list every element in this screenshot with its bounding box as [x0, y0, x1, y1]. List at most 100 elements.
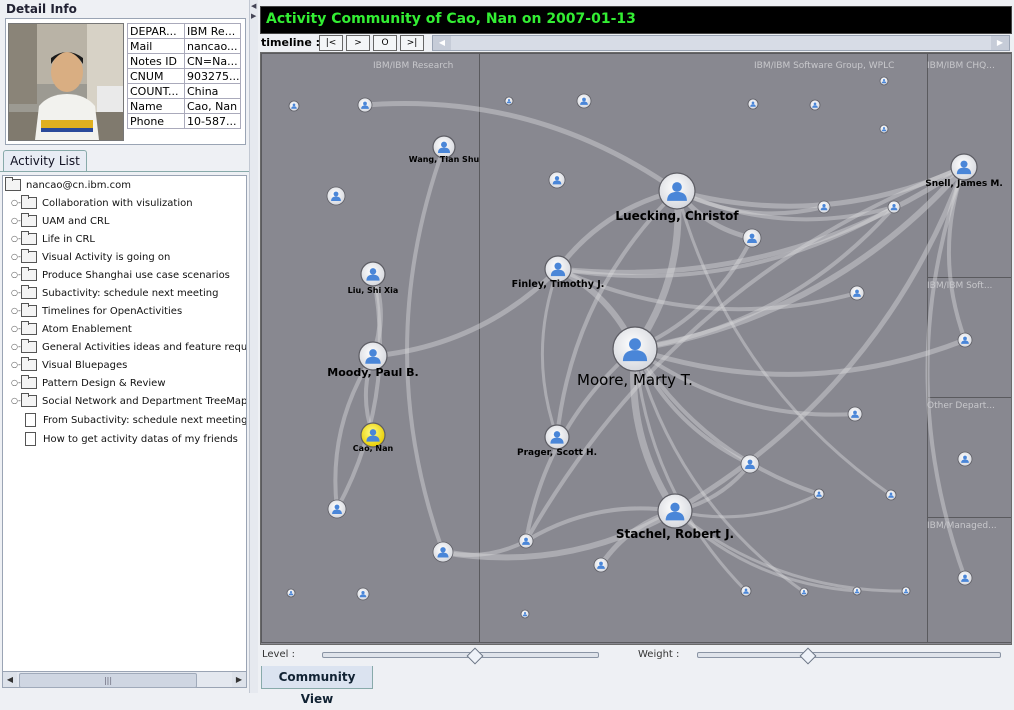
timeline-bar: timeline : |< > O >| ◀ ▶ — [260, 35, 1010, 51]
timeline-label: timeline : — [261, 36, 321, 49]
level-slider[interactable] — [322, 647, 599, 665]
person-node[interactable] — [576, 93, 592, 109]
tree-folder-item[interactable]: ○- Produce Shanghai use case scenarios — [7, 267, 230, 285]
tree-folder-item[interactable]: ○- Atom Enablement — [7, 321, 132, 339]
person-node[interactable] — [432, 541, 454, 563]
expand-icon[interactable]: ○- — [11, 325, 21, 333]
tree-folder-label: Atom Enablement — [42, 324, 132, 335]
scroll-right-icon[interactable]: ▶ — [232, 672, 246, 687]
person-node[interactable] — [548, 171, 566, 189]
person-node[interactable] — [357, 97, 373, 113]
timeline-last-button[interactable]: >| — [400, 35, 424, 51]
person-node-named[interactable] — [544, 255, 572, 283]
person-node[interactable] — [747, 98, 759, 110]
person-label: Prager, Scott H. — [516, 447, 598, 458]
weight-slider[interactable] — [697, 647, 1001, 665]
tree-folder-item[interactable]: ○- Subactivity: schedule next meeting — [7, 285, 218, 303]
person-node[interactable] — [879, 76, 889, 86]
person-node[interactable] — [852, 586, 862, 596]
tree-document-item[interactable]: From Subactivity: schedule next meeting — [23, 412, 246, 430]
person-node[interactable] — [504, 96, 514, 106]
scroll-left-icon[interactable]: ◀ — [3, 672, 17, 687]
folder-icon — [21, 321, 37, 335]
timeline-first-button[interactable]: |< — [319, 35, 343, 51]
person-node[interactable] — [742, 228, 762, 248]
expand-icon[interactable]: ○- — [11, 217, 21, 225]
timeline-right-icon[interactable]: ▶ — [991, 36, 1009, 50]
scroll-thumb[interactable]: ||| — [19, 673, 197, 688]
expand-icon[interactable]: ○- — [11, 271, 21, 279]
collapse-right-icon[interactable]: ▶ — [251, 12, 256, 20]
expand-icon[interactable]: ○- — [11, 289, 21, 297]
timeline-track[interactable]: ◀ ▶ — [432, 35, 1010, 51]
weight-slider-thumb[interactable] — [799, 647, 817, 665]
person-node[interactable] — [957, 570, 973, 586]
community-graph[interactable] — [261, 53, 1011, 644]
person-label: Moore, Marty T. — [577, 371, 693, 389]
expand-icon[interactable]: ○- — [11, 235, 21, 243]
tree-folder-item[interactable]: ○- Life in CRL — [7, 231, 95, 249]
collapse-left-icon[interactable]: ◀ — [251, 2, 256, 10]
expand-icon[interactable]: ○- — [11, 343, 21, 351]
detail-key: COUNT... — [127, 83, 185, 99]
person-node-named[interactable] — [544, 424, 570, 450]
person-node[interactable] — [885, 489, 897, 501]
person-node[interactable] — [327, 499, 347, 519]
tab-activity-list[interactable]: Activity List — [3, 150, 87, 172]
tree-folder-item[interactable]: ○- Visual Activity is going on — [7, 249, 170, 267]
person-node[interactable] — [957, 451, 973, 467]
tree-folder-item[interactable]: ○- Pattern Design & Review — [7, 375, 166, 393]
level-slider-thumb[interactable] — [466, 647, 484, 665]
slider-row: Level : Weight : — [260, 645, 1010, 665]
tree-folder-item[interactable]: ○- General Activities ideas and feature r… — [7, 339, 246, 357]
person-node[interactable] — [520, 609, 530, 619]
person-node-named[interactable] — [950, 153, 978, 181]
person-node-named[interactable] — [612, 326, 658, 372]
person-node[interactable] — [887, 200, 901, 214]
expand-icon[interactable]: ○- — [11, 379, 21, 387]
person-node[interactable] — [849, 285, 865, 301]
tree-folder-item[interactable]: ○- Collaboration with visulization — [7, 195, 193, 213]
expand-icon[interactable]: ○- — [11, 253, 21, 261]
person-node[interactable] — [356, 587, 370, 601]
person-node[interactable] — [879, 124, 889, 134]
detail-row: CNUM 903275... — [127, 68, 241, 84]
person-node-named[interactable] — [360, 261, 386, 287]
tree-folder-item[interactable]: ○- Timelines for OpenActivities — [7, 303, 182, 321]
person-node[interactable] — [957, 332, 973, 348]
graph-edge — [555, 188, 680, 272]
tree-document-item[interactable]: How to get activity datas of my friends — [23, 431, 238, 449]
community-graph-canvas[interactable]: IBM/IBM Research IBM/IBM Software Group, … — [260, 52, 1012, 645]
tree-folder-item[interactable]: ○- UAM and CRL — [7, 213, 109, 231]
activity-tree[interactable]: nancao@cn.ibm.com ○- Collaboration with v… — [2, 175, 247, 673]
expand-icon[interactable]: ○- — [11, 361, 21, 369]
detail-value: IBM Re... — [184, 23, 241, 39]
timeline-left-icon[interactable]: ◀ — [433, 36, 451, 50]
expand-icon[interactable]: ○- — [11, 307, 21, 315]
community-title-bar: Activity Community of Cao, Nan on 2007-0… — [260, 6, 1012, 34]
person-node[interactable] — [813, 488, 825, 500]
person-node[interactable] — [593, 557, 609, 573]
timeline-play-button[interactable]: > — [346, 35, 370, 51]
tab-community-view[interactable]: Community View — [261, 666, 373, 706]
person-node[interactable] — [799, 587, 809, 597]
person-node[interactable] — [288, 100, 300, 112]
person-node-named[interactable] — [658, 172, 696, 210]
tree-folder-item[interactable]: ○- Social Network and Department TreeMap … — [7, 393, 246, 411]
person-node[interactable] — [740, 454, 760, 474]
horizontal-scrollbar[interactable]: ◀ ||| ▶ — [2, 671, 247, 688]
expand-icon[interactable]: ○- — [11, 199, 21, 207]
person-node[interactable] — [518, 533, 534, 549]
person-node[interactable] — [817, 200, 831, 214]
person-node[interactable] — [286, 588, 296, 598]
person-node[interactable] — [326, 186, 346, 206]
expand-icon[interactable]: ○- — [11, 397, 21, 405]
tree-folder-item[interactable]: ○- Visual Bluepages — [7, 357, 127, 375]
person-node[interactable] — [901, 586, 911, 596]
timeline-stop-button[interactable]: O — [373, 35, 397, 51]
tree-root[interactable]: nancao@cn.ibm.com — [5, 177, 131, 195]
person-node[interactable] — [809, 99, 821, 111]
person-node[interactable] — [740, 585, 752, 597]
person-node-named[interactable] — [657, 493, 693, 529]
person-node[interactable] — [847, 406, 863, 422]
